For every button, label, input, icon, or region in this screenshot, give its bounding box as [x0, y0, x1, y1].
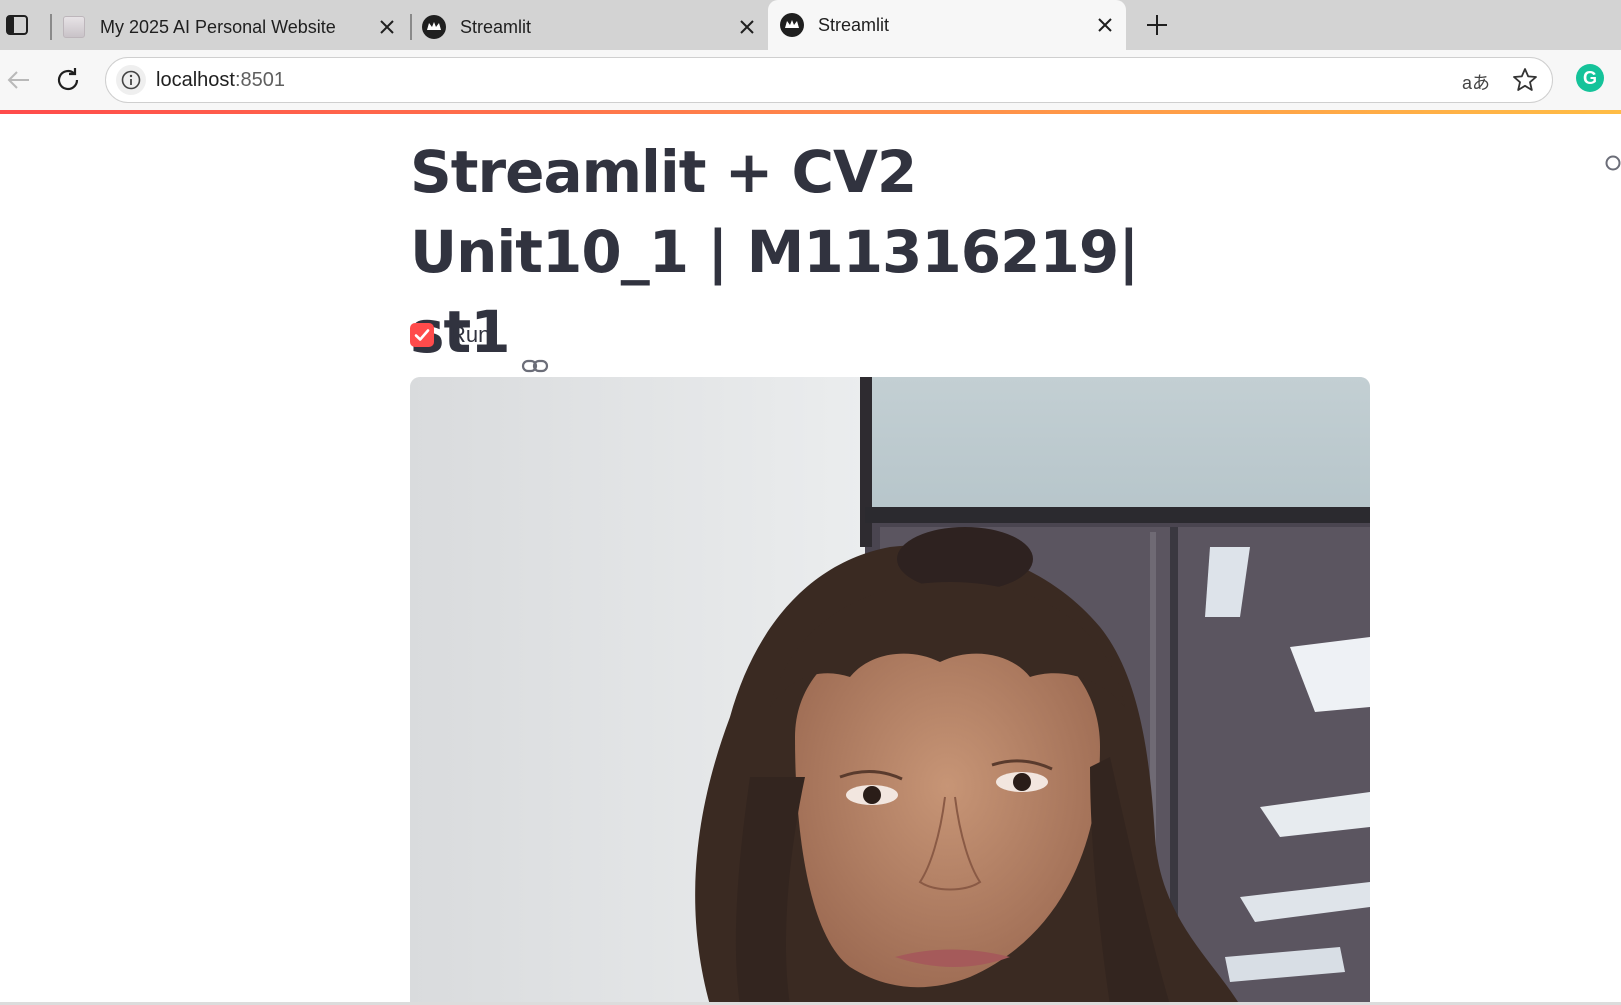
tab-title: Streamlit: [818, 14, 890, 35]
new-tab-button[interactable]: [1140, 8, 1174, 42]
run-checkbox[interactable]: [410, 323, 434, 347]
search-icon[interactable]: [1604, 154, 1621, 174]
site-info-icon[interactable]: [116, 65, 146, 95]
reload-icon: [57, 68, 79, 91]
tab-streamlit-active[interactable]: Streamlit: [768, 0, 1126, 50]
url-text: localhost:8501: [156, 69, 285, 92]
close-tab-icon[interactable]: [376, 16, 398, 38]
tab-personal-website[interactable]: My 2025 AI Personal Website: [50, 4, 408, 50]
link-anchor-icon[interactable]: [520, 321, 550, 372]
tab-title: Streamlit: [460, 16, 532, 37]
tab-separator: [50, 14, 52, 40]
streamlit-crown-icon: [780, 13, 804, 37]
tab-title: My 2025 AI Personal Website: [100, 16, 336, 37]
bookmark-star-icon[interactable]: [1512, 67, 1538, 93]
tab-actions-icon: [6, 15, 28, 35]
plus-icon: [1147, 15, 1167, 35]
reload-button[interactable]: [50, 62, 86, 98]
page-title: Streamlit + CV2 Unit10_1 | M11316219| st…: [410, 132, 1210, 372]
translate-icon[interactable]: aあ: [1462, 69, 1490, 95]
grammarly-extension-icon[interactable]: G: [1576, 64, 1604, 92]
webcam-image: [410, 377, 1370, 1005]
address-bar[interactable]: localhost:8501 aあ: [105, 57, 1553, 103]
tab-streamlit-1[interactable]: Streamlit: [410, 4, 768, 50]
url-port: :8501: [234, 69, 285, 91]
url-host: localhost: [156, 69, 235, 91]
run-checkbox-label: Run: [450, 322, 491, 347]
portrait-favicon-icon: [62, 15, 86, 39]
back-arrow-icon: [7, 71, 29, 89]
streamlit-crown-icon: [422, 15, 446, 39]
browser-toolbar: localhost:8501 aあ G: [0, 50, 1621, 110]
tab-actions-button[interactable]: [0, 8, 34, 42]
checkmark-icon: [414, 329, 430, 341]
close-tab-icon[interactable]: [736, 16, 758, 38]
back-button[interactable]: [0, 62, 36, 98]
tab-separator: [410, 14, 412, 40]
page-load-progress-bar: [0, 110, 1621, 114]
tab-strip: My 2025 AI Personal Website Streamlit St…: [0, 0, 1621, 50]
webcam-frame: [410, 377, 1370, 1005]
run-checkbox-row[interactable]: Run: [410, 322, 490, 348]
close-tab-icon[interactable]: [1094, 14, 1116, 36]
